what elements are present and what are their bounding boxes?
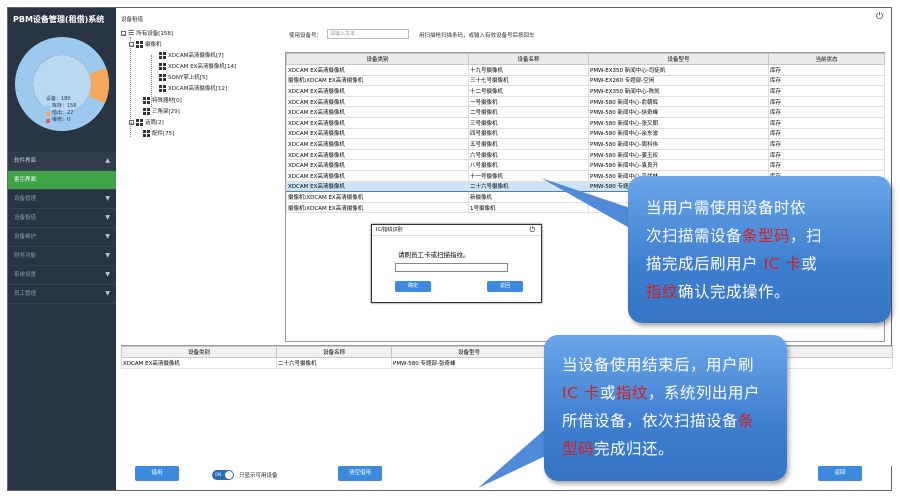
callout-line: 型码完成归还。 [562,440,675,458]
callout-return-instruction: 当设备使用结束后，用户刷 IC 卡或指纹，系统列出用户 所借设备，依次扫描设备条… [544,335,787,481]
callout-line: 描完成后刷用户 IC 卡或 [646,255,818,273]
callout-line: 所借设备，依次扫描设备条 [562,412,755,430]
app-window: PBM设备管理(租借)系统 设备：180 库存：158 借出：22 维修：0 软… [7,7,893,491]
callout-line: 指纹确认完成操作。 [646,283,791,301]
callout-line: 当设备使用结束后，用户刷 [562,356,755,374]
callout-line: 次扫描需设备条型码，扫 [646,227,823,245]
callout-line: IC 卡或指纹，系统列出用户 [562,384,760,402]
callout-scan-instruction: 当用户需使用设备时依 次扫描需设备条型码，扫 描完成后刷用户 IC 卡或 指纹确… [628,176,891,323]
callout-line: 当用户需使用设备时依 [646,199,807,217]
